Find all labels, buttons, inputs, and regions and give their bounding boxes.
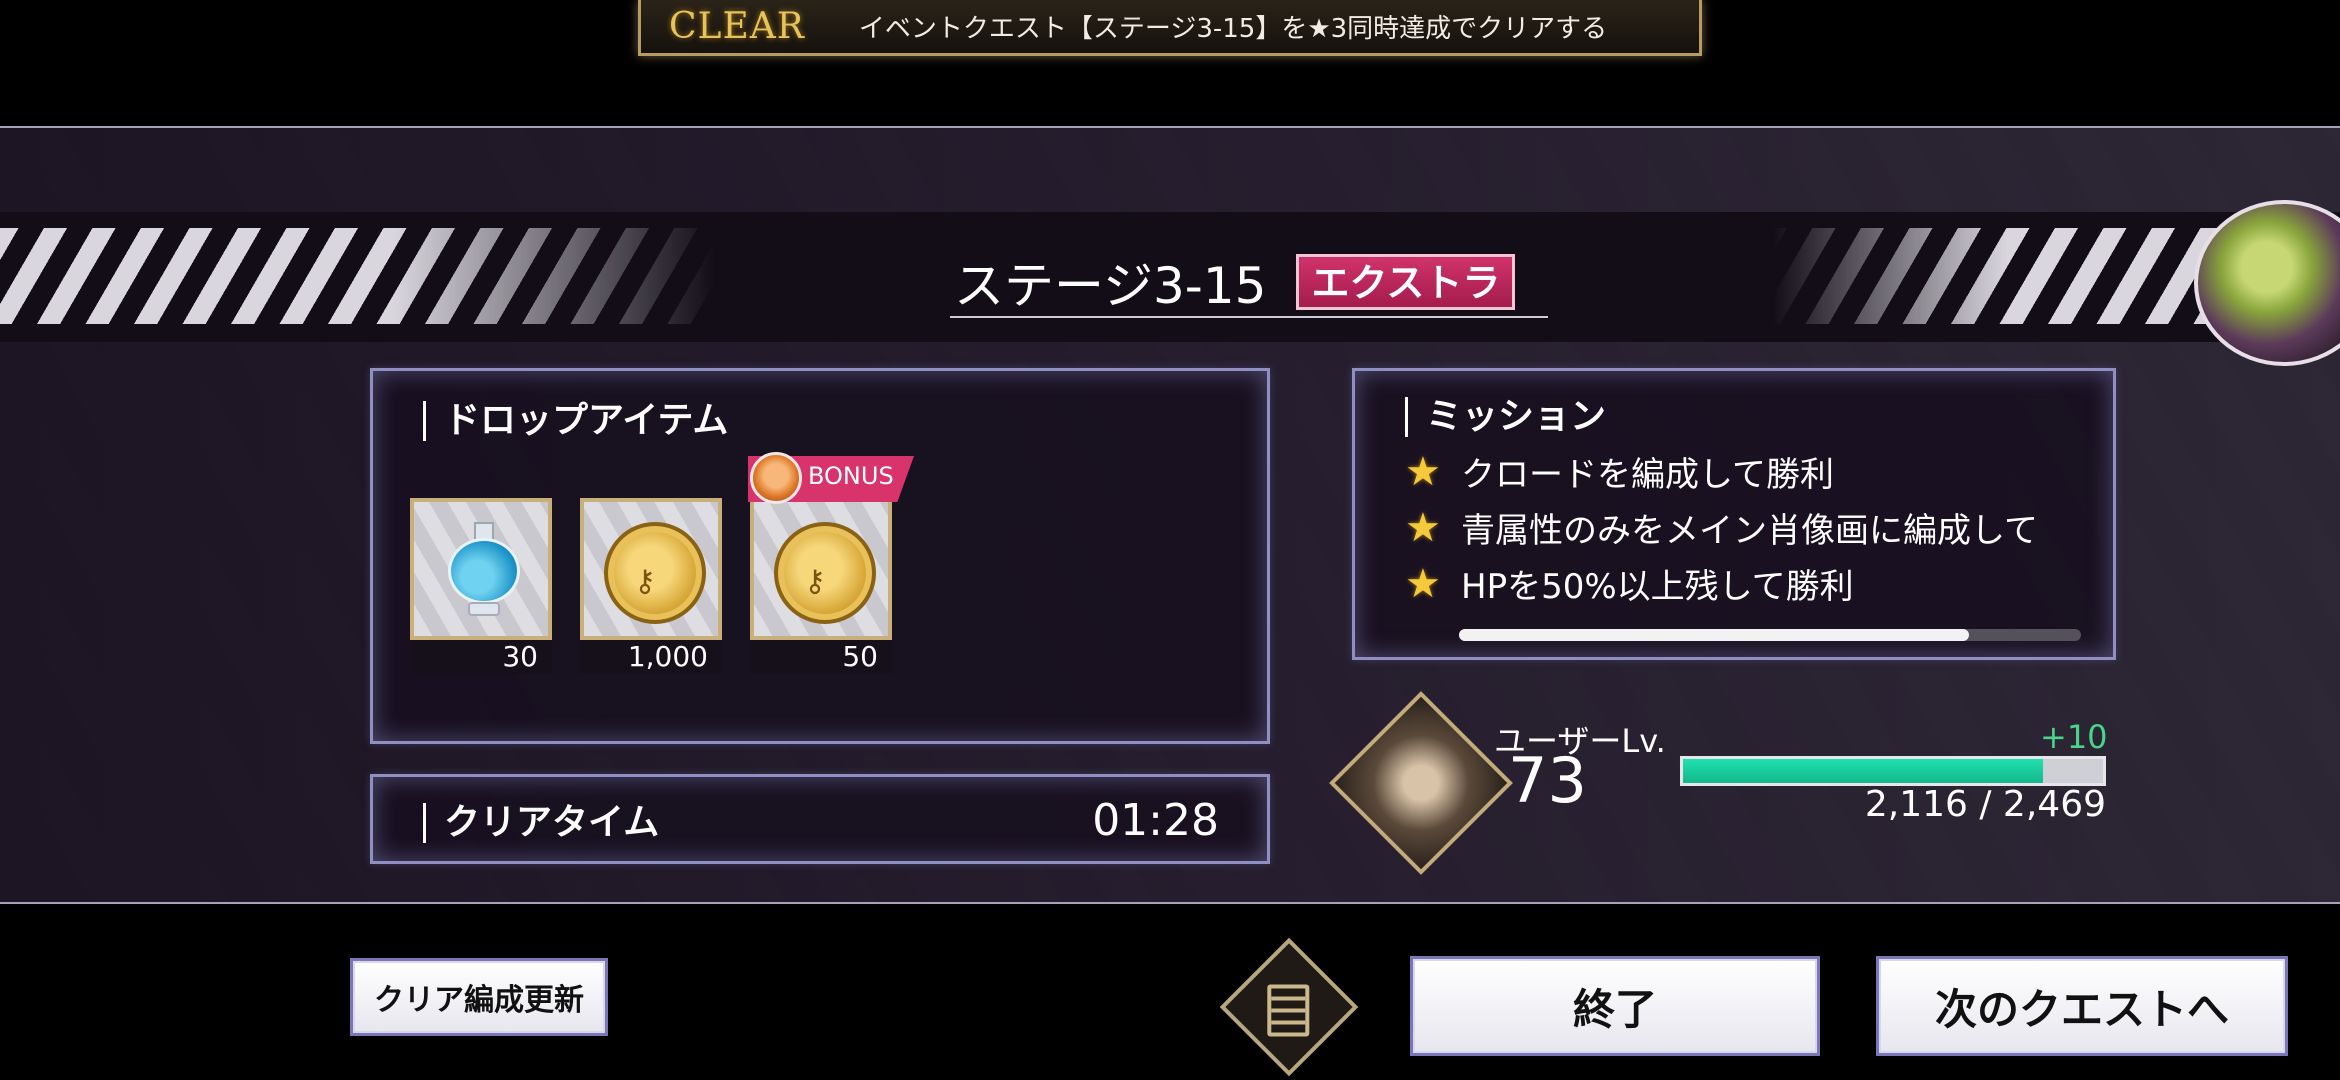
next-quest-button[interactable]: 次のクエストへ	[1876, 956, 2288, 1056]
mission-label: クロードを編成して勝利	[1461, 455, 1834, 495]
exp-progress-fill	[1683, 759, 2043, 783]
mission-panel: ミッション ★ クロードを編成して勝利 ★ 青属性のみをメイン肖像画に編成して …	[1352, 368, 2116, 660]
user-level-value: 73	[1508, 744, 1587, 817]
drop-item[interactable]: 30	[410, 498, 552, 674]
mission-item: ★ クロードを編成して勝利	[1405, 447, 1834, 496]
difficulty-badge: エクストラ	[1296, 254, 1516, 310]
update-clear-formation-button[interactable]: クリア編成更新	[350, 958, 608, 1036]
mission-label: 青属性のみをメイン肖像画に編成して	[1461, 511, 2038, 551]
item-frame: ⚷	[580, 498, 722, 640]
mission-item: ★ HPを50%以上残して勝利	[1405, 559, 1854, 608]
item-quantity: 30	[410, 640, 552, 674]
item-quantity: 1,000	[580, 640, 722, 674]
stage-title: ステージ3-15 エクストラ	[950, 248, 1548, 318]
gold-key-coin-icon: ⚷	[604, 522, 706, 624]
bonus-label: BONUS	[808, 462, 894, 490]
gold-key-coin-icon: ⚷	[774, 522, 876, 624]
clear-time-value: 01:28	[1092, 795, 1219, 846]
clear-time-heading: クリアタイム	[423, 803, 659, 843]
star-icon: ★	[1405, 448, 1441, 495]
mission-item: ★ 青属性のみをメイン肖像画に編成して	[1405, 503, 2038, 552]
clear-message: イベントクエスト【ステージ3-15】を★3同時達成でクリアする	[858, 14, 1608, 44]
item-quantity: 50	[750, 640, 892, 674]
exp-text: 2,116 / 2,469	[1864, 784, 2106, 825]
decorative-stripes-left	[0, 228, 716, 324]
item-frame	[410, 498, 552, 640]
star-icon: ★	[1405, 504, 1441, 551]
mission-clear-banner: CLEAR イベントクエスト【ステージ3-15】を★3同時達成でクリアする	[638, 0, 1702, 56]
drop-item[interactable]: ⚷ 1,000	[580, 498, 722, 674]
scrollbar-thumb[interactable]	[1459, 629, 1970, 641]
clear-time-panel: クリアタイム 01:28	[370, 774, 1270, 864]
potion-icon	[444, 522, 524, 618]
mission-heading: ミッション	[1405, 397, 1606, 437]
item-frame: ⚷	[750, 498, 892, 640]
mission-label: HPを50%以上残して勝利	[1461, 567, 1854, 607]
star-icon: ★	[1405, 560, 1441, 607]
exp-progress-bar	[1680, 756, 2106, 786]
bonus-character-icon	[750, 452, 802, 504]
mission-scrollbar[interactable]	[1459, 629, 2081, 641]
clear-label: CLEAR	[669, 6, 805, 47]
drop-item[interactable]: ⚷ 50	[750, 498, 892, 674]
decorative-stripes-right	[1772, 228, 2242, 324]
drop-items-heading: ドロップアイテム	[423, 401, 728, 441]
stage-name: ステージ3-15	[954, 257, 1267, 315]
document-icon	[1267, 984, 1310, 1037]
end-button[interactable]: 終了	[1410, 956, 1820, 1056]
battle-log-button[interactable]	[1219, 937, 1359, 1077]
exp-gain: +10	[2040, 718, 2108, 756]
